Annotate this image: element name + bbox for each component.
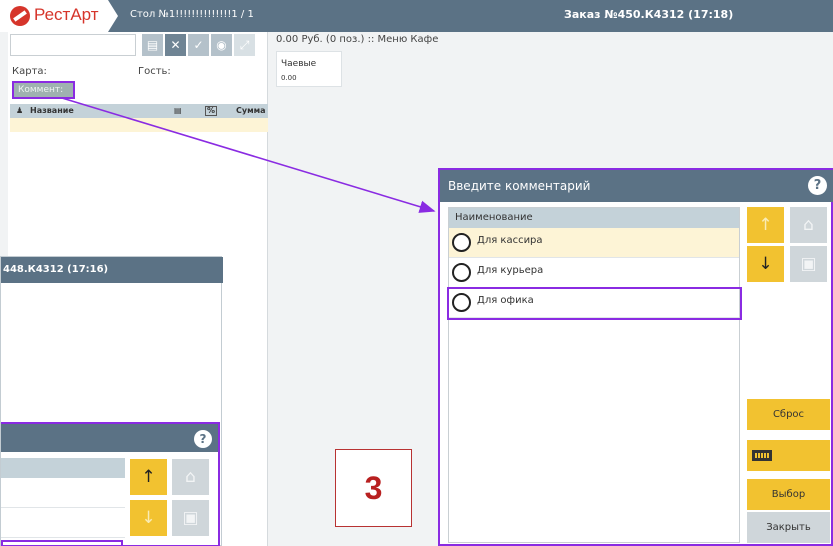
comment-button[interactable]: Коммент: bbox=[12, 81, 75, 99]
clear-button[interactable]: ✕ bbox=[165, 34, 186, 56]
table-row[interactable] bbox=[10, 118, 268, 132]
previous-order-window: 448.К4312 (17:16) ? ↑ ⌂ ↓ ▣ bbox=[0, 256, 223, 546]
list-item[interactable] bbox=[1, 478, 125, 508]
reset-button[interactable]: Сброс bbox=[747, 399, 830, 430]
guest-label: Гость: bbox=[138, 66, 171, 77]
tips-label: Чаевые bbox=[281, 59, 317, 69]
radio-button[interactable] bbox=[452, 263, 471, 282]
person-icon: ♟ bbox=[16, 106, 24, 115]
previous-list-header bbox=[1, 458, 125, 478]
folder-up-button[interactable]: ▣ bbox=[790, 246, 827, 282]
list-item[interactable] bbox=[1, 508, 125, 538]
calculator-icon: ▤ bbox=[146, 38, 159, 52]
home-button[interactable]: ⌂ bbox=[172, 459, 209, 495]
column-percent: % bbox=[205, 106, 218, 116]
list-header: Наименование bbox=[449, 208, 739, 228]
list-item-cashier[interactable]: Для кассира bbox=[449, 228, 739, 258]
home-button[interactable]: ⌂ bbox=[790, 207, 827, 243]
confirm-button[interactable]: ✓ bbox=[188, 34, 209, 56]
folder-up-icon: ▣ bbox=[800, 254, 817, 274]
list-item-courier[interactable]: Для курьера bbox=[449, 258, 739, 288]
app-name: РестАрт bbox=[34, 5, 99, 24]
order-title: Заказ №450.К4312 (17:18) bbox=[564, 8, 734, 21]
search-input[interactable] bbox=[10, 34, 136, 56]
logo-icon bbox=[10, 6, 30, 26]
calculator-icon: ▤ bbox=[174, 106, 182, 115]
arrow-down-icon: ↓ bbox=[758, 254, 773, 274]
column-sum: Сумма bbox=[236, 106, 266, 115]
app-logo[interactable]: РестАрт bbox=[0, 0, 118, 32]
list-item-label: Для кассира bbox=[477, 235, 543, 246]
select-button[interactable]: Выбор bbox=[747, 479, 830, 510]
dialog-title: Введите комментарий bbox=[448, 179, 591, 193]
selection-frame bbox=[1, 540, 123, 546]
home-icon: ⌂ bbox=[803, 215, 814, 235]
card-label: Карта: bbox=[12, 66, 47, 77]
list-item-label: Для курьера bbox=[477, 265, 544, 276]
radio-button[interactable] bbox=[452, 233, 471, 252]
expand-button[interactable]: ⤢ bbox=[234, 34, 255, 56]
home-icon: ⌂ bbox=[185, 467, 196, 487]
step-callout: 3 bbox=[335, 449, 412, 527]
keyboard-icon bbox=[752, 450, 772, 461]
scroll-down-button[interactable]: ↓ bbox=[747, 246, 784, 282]
selection-frame bbox=[447, 287, 742, 320]
dialog-title-bar: Введите комментарий ? bbox=[440, 170, 833, 202]
view-button[interactable]: ◉ bbox=[211, 34, 232, 56]
folder-up-icon: ▣ bbox=[182, 508, 199, 528]
calculator-button[interactable]: ▤ bbox=[142, 34, 163, 56]
tips-card[interactable]: Чаевые 0.00 bbox=[276, 51, 342, 87]
scroll-up-button[interactable]: ↑ bbox=[747, 207, 784, 243]
comment-list: Наименование Для кассира Для курьера Для… bbox=[448, 207, 740, 543]
table-label[interactable]: Стол №1!!!!!!!!!!!!!!1 / 1 bbox=[130, 9, 254, 20]
keyboard-button[interactable] bbox=[747, 440, 830, 471]
expand-icon: ⤢ bbox=[239, 38, 250, 52]
tips-value: 0.00 bbox=[281, 74, 297, 82]
arrow-up-icon: ↑ bbox=[141, 467, 156, 487]
comment-dialog: Введите комментарий ? Наименование Для к… bbox=[438, 168, 833, 546]
arrow-down-icon: ↓ bbox=[141, 508, 156, 528]
previous-order-title: 448.К4312 (17:16) bbox=[1, 257, 223, 283]
scroll-down-button[interactable]: ↓ bbox=[130, 500, 167, 536]
top-header-bar: РестАрт Стол №1!!!!!!!!!!!!!!1 / 1 Заказ… bbox=[0, 0, 833, 32]
order-summary: 0.00 Руб. (0 поз.) :: Меню Кафе bbox=[276, 34, 439, 45]
arrow-up-icon: ↑ bbox=[758, 215, 773, 235]
previous-comment-dialog: ? ↑ ⌂ ↓ ▣ bbox=[1, 422, 220, 546]
close-button[interactable]: Закрыть bbox=[747, 512, 830, 543]
eye-icon: ◉ bbox=[216, 38, 227, 52]
help-icon[interactable]: ? bbox=[808, 176, 827, 195]
order-table-header: ♟ Название ▤ % Сумма bbox=[10, 104, 268, 118]
column-name: Название bbox=[30, 106, 74, 115]
close-icon: ✕ bbox=[170, 38, 181, 52]
help-icon[interactable]: ? bbox=[194, 430, 212, 448]
previous-dialog-title: ? bbox=[1, 424, 218, 452]
check-icon: ✓ bbox=[193, 38, 204, 52]
scroll-up-button[interactable]: ↑ bbox=[130, 459, 167, 495]
folder-up-button[interactable]: ▣ bbox=[172, 500, 209, 536]
